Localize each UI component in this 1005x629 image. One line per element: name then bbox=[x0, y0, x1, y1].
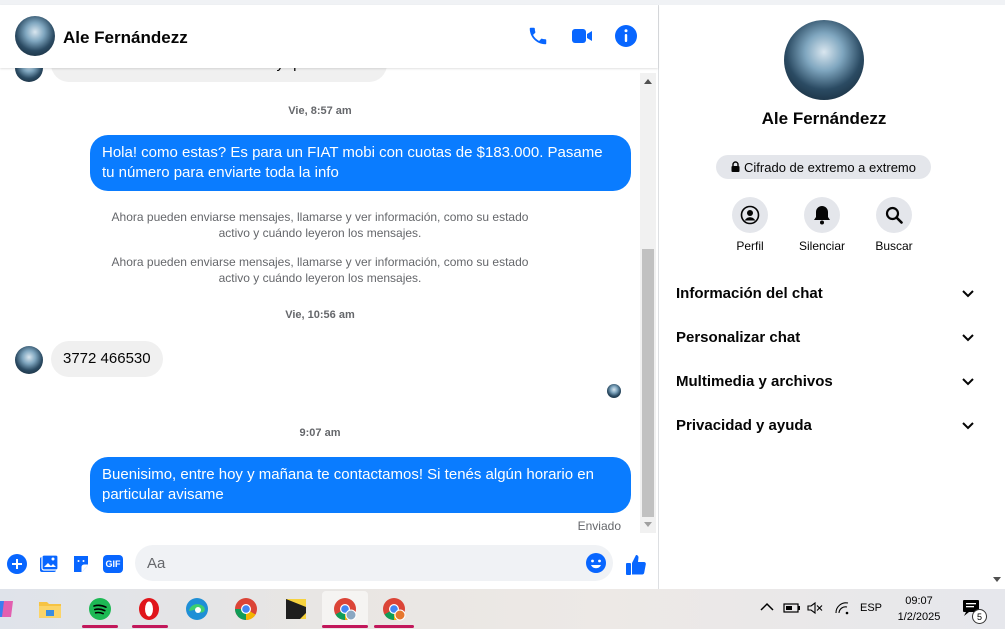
message-status: Enviado bbox=[577, 519, 621, 533]
messenger-window: Hola de cuanto seria las cuotas y que da… bbox=[0, 0, 1005, 589]
language-indicator[interactable]: ESP bbox=[860, 602, 882, 614]
scroll-thumb[interactable] bbox=[642, 249, 654, 517]
profile-icon[interactable] bbox=[732, 197, 768, 233]
section-label: Privacidad y ayuda bbox=[676, 416, 812, 434]
search-action[interactable]: Buscar bbox=[858, 197, 930, 253]
incoming-message[interactable]: 3772 466530 bbox=[51, 341, 163, 377]
battery-icon[interactable] bbox=[783, 602, 801, 617]
section-media-files[interactable]: Multimedia y archivos bbox=[676, 367, 974, 395]
mute-action[interactable]: Silenciar bbox=[786, 197, 858, 253]
notification-count-badge: 5 bbox=[972, 609, 987, 624]
chevron-down-icon bbox=[962, 373, 974, 390]
plus-icon[interactable] bbox=[6, 553, 28, 575]
sticker-icon[interactable] bbox=[70, 553, 92, 575]
volume-muted-icon[interactable] bbox=[807, 601, 823, 618]
timestamp: Vie, 8:57 am bbox=[288, 105, 352, 117]
outgoing-message[interactable]: Hola! como estas? Es para un FIAT mobi c… bbox=[90, 135, 631, 191]
chevron-down-icon bbox=[962, 417, 974, 434]
chat-header: Ale Fernándezz bbox=[0, 5, 658, 68]
chevron-up-icon[interactable] bbox=[760, 602, 774, 615]
system-clock[interactable]: 09:07 1/2/2025 bbox=[889, 593, 949, 625]
spotify-icon[interactable] bbox=[88, 597, 112, 621]
mute-label: Silenciar bbox=[798, 239, 846, 253]
chevron-down-icon bbox=[962, 329, 974, 346]
timestamp: 9:07 am bbox=[299, 427, 341, 439]
active-indicator bbox=[82, 625, 118, 628]
wifi-icon[interactable] bbox=[834, 601, 850, 618]
chat-scrollbar[interactable] bbox=[640, 73, 656, 533]
section-label: Multimedia y archivos bbox=[676, 372, 833, 390]
windows-taskbar: ESP 09:07 1/2/2025 5 bbox=[0, 589, 1005, 629]
clock-date: 1/2/2025 bbox=[897, 611, 941, 623]
chevron-down-icon bbox=[962, 285, 974, 302]
chrome-profile-icon[interactable] bbox=[333, 597, 357, 621]
chat-panel: Hola de cuanto seria las cuotas y que da… bbox=[0, 5, 658, 589]
copilot-icon[interactable] bbox=[0, 597, 16, 621]
active-indicator bbox=[322, 625, 368, 628]
message-list[interactable]: Hola de cuanto seria las cuotas y que da… bbox=[0, 68, 640, 535]
profile-action[interactable]: Perfil bbox=[714, 197, 786, 253]
search-icon[interactable] bbox=[876, 197, 912, 233]
gif-icon[interactable]: GIF bbox=[102, 553, 124, 575]
conversation-info-panel: Ale Fernándezz Cifrado de extremo a extr… bbox=[659, 5, 989, 589]
section-label: Personalizar chat bbox=[676, 328, 801, 346]
message-input[interactable] bbox=[135, 545, 555, 581]
emoji-icon[interactable] bbox=[585, 552, 607, 574]
contact-avatar[interactable] bbox=[15, 68, 43, 82]
phone-icon[interactable] bbox=[525, 23, 551, 49]
scroll-up-arrow[interactable] bbox=[644, 79, 652, 84]
profile-label: Perfil bbox=[736, 239, 764, 253]
page-scrollbar[interactable] bbox=[989, 5, 1005, 589]
section-customize-chat[interactable]: Personalizar chat bbox=[676, 323, 974, 351]
bell-icon[interactable] bbox=[804, 197, 840, 233]
e2e-label: Cifrado de extremo a extremo bbox=[744, 159, 916, 175]
section-privacy-help[interactable]: Privacidad y ayuda bbox=[676, 411, 974, 439]
contact-avatar[interactable] bbox=[15, 16, 55, 56]
file-explorer-icon[interactable] bbox=[38, 597, 62, 621]
profile-avatar-large[interactable] bbox=[784, 20, 864, 100]
search-label: Buscar bbox=[875, 239, 913, 253]
like-icon[interactable] bbox=[624, 553, 648, 577]
lock-icon bbox=[731, 160, 740, 175]
clock-time: 09:07 bbox=[905, 595, 933, 607]
active-indicator bbox=[132, 625, 168, 628]
composer-bar: GIF bbox=[0, 540, 658, 588]
section-label: Información del chat bbox=[676, 284, 823, 302]
system-message: Ahora pueden enviarse mensajes, llamarse… bbox=[111, 255, 529, 285]
scroll-down-arrow[interactable] bbox=[993, 577, 1001, 582]
chrome-icon[interactable] bbox=[234, 597, 258, 621]
info-icon[interactable] bbox=[613, 23, 639, 49]
video-icon[interactable] bbox=[569, 23, 595, 49]
opera-icon[interactable] bbox=[137, 597, 161, 621]
chrome-profile-2-icon[interactable] bbox=[382, 597, 406, 621]
e2e-badge: Cifrado de extremo a extremo bbox=[716, 155, 931, 179]
image-icon[interactable] bbox=[38, 553, 60, 575]
section-chat-info[interactable]: Información del chat bbox=[676, 279, 974, 307]
timestamp: Vie, 10:56 am bbox=[285, 309, 355, 321]
message-input-container bbox=[135, 545, 613, 581]
contact-name[interactable]: Ale Fernándezz bbox=[63, 28, 188, 48]
system-message: Ahora pueden enviarse mensajes, llamarse… bbox=[111, 210, 529, 240]
read-receipt-avatar bbox=[607, 384, 621, 398]
edge-icon[interactable] bbox=[185, 597, 209, 621]
info-contact-name: Ale Fernándezz bbox=[761, 109, 887, 128]
incoming-message[interactable]: Hola de cuanto seria las cuotas y que da… bbox=[51, 68, 387, 82]
contact-avatar[interactable] bbox=[15, 346, 43, 374]
active-indicator bbox=[374, 625, 414, 628]
outgoing-message[interactable]: Buenisimo, entre hoy y mañana te contact… bbox=[90, 457, 631, 513]
sticky-notes-icon[interactable] bbox=[284, 597, 308, 621]
scroll-down-arrow[interactable] bbox=[644, 522, 652, 527]
